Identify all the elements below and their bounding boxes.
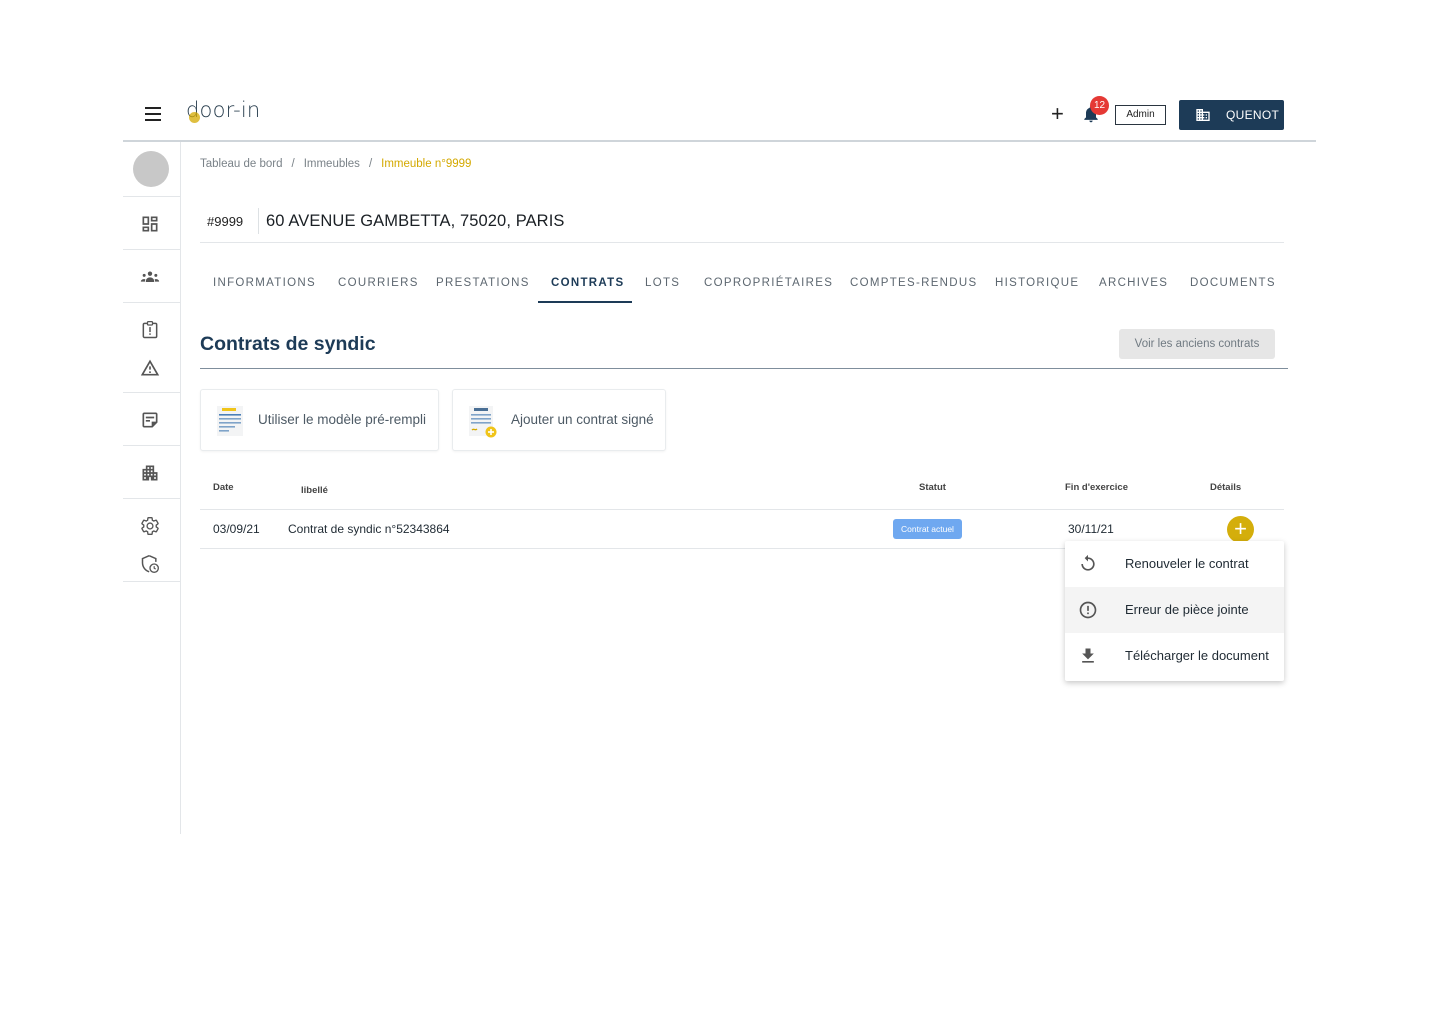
sidebar-divider [123, 445, 180, 446]
row-label: Contrat de syndic n°52343864 [288, 522, 450, 536]
sidebar-divider [123, 302, 180, 303]
add-signed-contract-label: Ajouter un contrat signé [511, 412, 654, 427]
shield-clock-icon[interactable] [140, 554, 160, 574]
add-signed-contract-button[interactable]: Ajouter un contrat signé [452, 389, 666, 451]
sidebar-divider [123, 498, 180, 499]
dashboard-icon[interactable] [140, 214, 160, 234]
app-logo[interactable]: door-in [186, 98, 260, 123]
sidebar-divider [123, 581, 180, 582]
alert-circle-icon [1079, 601, 1097, 619]
breadcrumb-dashboard[interactable]: Tableau de bord [200, 158, 282, 170]
old-contracts-button[interactable]: Voir les anciens contrats [1119, 329, 1275, 359]
column-header-label[interactable]: libellé [301, 485, 328, 496]
table-divider [200, 509, 1284, 510]
tab-archives[interactable]: ARCHIVES [1099, 277, 1168, 289]
active-tab-indicator [538, 301, 632, 303]
add-icon[interactable]: + [1051, 102, 1064, 126]
row-date: 03/09/21 [213, 522, 260, 536]
refresh-icon [1081, 554, 1095, 571]
tab-coproprietaires[interactable]: COPROPRIÉTAIRES [704, 277, 833, 289]
section-divider [200, 368, 1288, 369]
people-icon[interactable] [140, 267, 160, 287]
menu-item-label: Télécharger le document [1125, 648, 1269, 663]
building-id: #9999 [207, 214, 244, 229]
tab-lots[interactable]: LOTS [645, 277, 680, 289]
sidebar-divider [123, 196, 180, 197]
settings-icon[interactable] [140, 516, 160, 536]
download-icon [1082, 648, 1094, 663]
clipboard-alert-icon[interactable] [140, 320, 160, 340]
top-bar: door-in + 12 Admin QUENOT [123, 90, 1316, 142]
signed-document-icon [469, 406, 497, 438]
note-icon[interactable] [140, 410, 160, 430]
notification-badge: 12 [1090, 96, 1109, 115]
avatar[interactable] [133, 151, 169, 187]
use-template-button[interactable]: Utiliser le modèle pré-rempli [200, 389, 439, 451]
use-template-label: Utiliser le modèle pré-rempli [258, 412, 427, 427]
column-header-date[interactable]: Date [213, 482, 234, 493]
admin-button[interactable]: Admin [1115, 105, 1166, 125]
column-header-end[interactable]: Fin d'exercice [1065, 482, 1128, 493]
row-end-date: 30/11/21 [1068, 522, 1114, 536]
building-selector-button[interactable]: QUENOT [1179, 100, 1284, 130]
menu-item-label: Renouveler le contrat [1125, 556, 1249, 571]
breadcrumb-buildings[interactable]: Immeubles [304, 158, 360, 170]
tab-contrats[interactable]: CONTRATS [551, 277, 624, 289]
details-menu: Renouveler le contrat Erreur de pièce jo… [1065, 541, 1284, 681]
breadcrumb: Tableau de bord / Immeubles / Immeuble n°999… [200, 158, 471, 170]
tab-comptes-rendus[interactable]: COMPTES-RENDUS [850, 277, 977, 289]
breadcrumb-current: Immeuble n°9999 [381, 158, 472, 170]
breadcrumb-separator: / [368, 158, 373, 170]
column-header-status[interactable]: Statut [919, 482, 946, 493]
menu-item-label: Erreur de pièce jointe [1125, 602, 1249, 617]
sidebar-divider [123, 392, 180, 393]
building-address: 60 AVENUE GAMBETTA, 75020, PARIS [266, 212, 565, 230]
menu-item-renew[interactable]: Renouveler le contrat [1065, 541, 1284, 587]
document-template-icon [217, 406, 243, 436]
tab-documents[interactable]: DOCUMENTS [1190, 277, 1276, 289]
tab-prestations[interactable]: PRESTATIONS [436, 277, 530, 289]
menu-icon[interactable] [145, 107, 161, 121]
tab-historique[interactable]: HISTORIQUE [995, 277, 1079, 289]
menu-item-attachment-error[interactable]: Erreur de pièce jointe [1065, 587, 1284, 633]
header-divider [258, 208, 259, 234]
sidebar-divider [123, 249, 180, 250]
column-header-details[interactable]: Détails [1210, 482, 1241, 493]
building-icon [1196, 109, 1210, 121]
tab-informations[interactable]: INFORMATIONS [213, 277, 316, 289]
status-badge: Contrat actuel [893, 519, 962, 539]
logo-dot [189, 112, 200, 123]
details-plus-button[interactable]: + [1227, 516, 1254, 543]
sidebar [123, 142, 181, 834]
breadcrumb-separator: / [291, 158, 295, 170]
building-selector-label: QUENOT [1226, 108, 1280, 122]
buildings-icon[interactable] [140, 463, 160, 483]
tab-courriers[interactable]: COURRIERS [338, 277, 419, 289]
warning-icon[interactable] [140, 358, 160, 378]
menu-item-download[interactable]: Télécharger le document [1065, 633, 1284, 679]
section-title: Contrats de syndic [200, 333, 376, 355]
header-divider [200, 242, 1284, 243]
